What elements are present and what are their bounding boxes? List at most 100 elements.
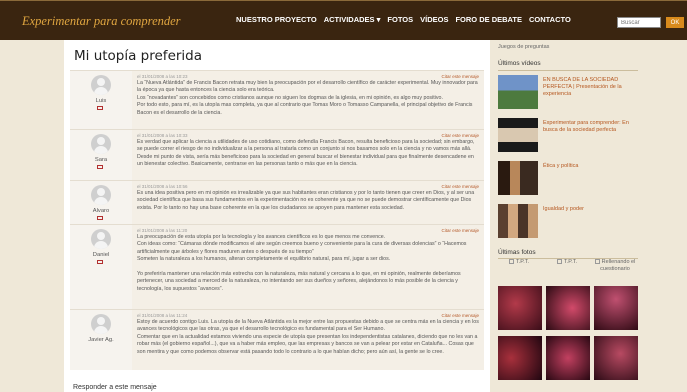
comment-paragraph: La preocupación de esta utopía por la te… (137, 234, 386, 240)
comment-body: el 31/01/2008 a las 10:56 Citar este men… (132, 181, 484, 224)
photo-placeholder[interactable]: T.P.T. (498, 259, 540, 266)
video-title[interactable]: EN BUSCA DE LA SOCIEDAD PERFECTA | Prese… (543, 77, 636, 98)
comment-body: el 31/01/2008 a las 10:33 Citar este men… (132, 130, 484, 180)
photo-thumbnail[interactable] (498, 286, 542, 330)
top-navigation-bar: Experimentar para comprender NUESTRO PRO… (0, 0, 687, 40)
reply-heading: Responder a este mensaje (73, 384, 157, 391)
comment-author: Luis (95, 98, 107, 104)
photo-thumbnail[interactable] (546, 286, 590, 330)
avatar (91, 134, 111, 154)
quote-link[interactable]: Citar este mensaje (441, 228, 479, 233)
comment-paragraph: Con ideas como: “Cámaras dónde modificam… (137, 241, 467, 255)
comment-paragraph: Los “novadantes” son concebidos como cri… (137, 94, 443, 101)
comment-author-panel: Sara (70, 130, 132, 180)
video-item[interactable]: Experimentar para comprender: En busca d… (498, 118, 638, 154)
comment: Alvaro el 31/01/2008 a las 10:56 Citar e… (70, 180, 484, 224)
nav-item-videos[interactable]: VÍDEOS (420, 15, 448, 24)
nav-item-fotos[interactable]: FOTOS (387, 15, 413, 24)
comment-date: el 31/01/2008 a las 10:33 (137, 133, 188, 138)
comment-paragraph: Someten la naturaleza a los humanos, alt… (137, 256, 391, 263)
video-title[interactable]: Experimentar para comprender: En busca d… (543, 120, 636, 134)
photo-thumbnail[interactable] (498, 336, 542, 380)
main-menu: NUESTRO PROYECTO ACTIVIDADES ▾ FOTOS VÍD… (236, 15, 571, 24)
nav-item-contacto[interactable]: CONTACTO (529, 15, 571, 24)
comment: Luis el 31/01/2008 a las 10:23 Citar est… (70, 70, 484, 129)
broken-image-icon (556, 259, 562, 265)
email-icon[interactable] (97, 216, 103, 220)
comment-author: Daniel (92, 252, 110, 258)
divider (498, 70, 638, 71)
comment-date: el 31/01/2008 a las 11:20 (137, 228, 188, 233)
avatar (91, 229, 111, 249)
photo-alt-text: Rellenando el cuestionario (600, 259, 636, 272)
videos-heading: Últimos vídeos (498, 60, 541, 67)
comment-text: Es una idea positiva pero en mi opinión … (137, 190, 479, 212)
search-input[interactable] (617, 17, 661, 28)
comment-author: Javier Ag. (88, 337, 114, 343)
quiz-link[interactable]: Juegos de preguntas (498, 44, 549, 50)
nav-item-foro-de-debate[interactable]: FORO DE DEBATE (455, 15, 522, 24)
avatar (91, 75, 111, 95)
email-icon[interactable] (97, 106, 103, 110)
comment-author: Sara (94, 157, 108, 163)
quote-link[interactable]: Citar este mensaje (441, 313, 479, 318)
comment-paragraph: Yo preferiría mantener una relación más … (137, 271, 461, 292)
comment: Daniel el 31/01/2008 a las 11:20 Citar e… (70, 224, 484, 309)
video-thumbnail[interactable] (498, 118, 538, 152)
comment-body: el 31/01/2008 a las 11:20 Citar este men… (132, 225, 484, 309)
comment-author-panel: Daniel (70, 225, 132, 309)
comment-text: Es verdad que aplicar la ciencia a utili… (137, 139, 479, 169)
comment-author-panel: Luis (70, 71, 132, 129)
photo-alt-text: T.P.T. (563, 259, 578, 265)
comment-paragraph: Por todo esto, para mí, es la utopía mas… (137, 102, 473, 116)
video-thumbnail[interactable] (498, 161, 538, 195)
sidebar: Juegos de preguntas Últimos vídeos EN BU… (494, 40, 641, 392)
comment: Sara el 31/01/2008 a las 10:33 Citar est… (70, 129, 484, 180)
comment-paragraph: Comentar que en la actualidad estamos vi… (137, 333, 478, 355)
comment-author-panel: Alvaro (70, 181, 132, 224)
video-thumbnail[interactable] (498, 204, 538, 238)
video-item[interactable]: EN BUSCA DE LA SOCIEDAD PERFECTA | Prese… (498, 75, 638, 111)
photo-placeholder[interactable]: Rellenando el cuestionario (594, 259, 636, 272)
comment-body: el 31/01/2008 a las 11:24 Citar este men… (132, 310, 484, 370)
photo-thumbnail[interactable] (546, 336, 590, 380)
comment-paragraph: Es una idea positiva pero en mi opinión … (137, 190, 475, 211)
comment-author-panel: Javier Ag. (70, 310, 132, 370)
photo-thumbnail[interactable] (594, 336, 638, 380)
comment-date: el 31/01/2008 a las 10:56 (137, 184, 188, 189)
avatar (91, 185, 111, 205)
broken-image-icon (508, 259, 514, 265)
comment-paragraph (137, 264, 479, 271)
comment-author: Alvaro (92, 208, 110, 214)
comment-body: el 31/01/2008 a las 10:23 Citar este men… (132, 71, 484, 129)
quote-link[interactable]: Citar este mensaje (441, 74, 479, 79)
comment-date: el 31/01/2008 a las 11:24 (137, 313, 188, 318)
comment-paragraph: Es verdad que aplicar la ciencia a utili… (137, 139, 475, 168)
video-thumbnail[interactable] (498, 75, 538, 109)
search-button[interactable]: OK (666, 17, 684, 28)
comment-paragraph: Estoy de acuerdo contigo Luis. La utopía… (137, 319, 479, 333)
video-title[interactable]: Ética y política (543, 163, 636, 170)
video-item[interactable]: Ética y política (498, 161, 638, 197)
quote-link[interactable]: Citar este mensaje (441, 133, 479, 138)
forum-thread: Mi utopía preferida Luis el 31/01/2008 a… (64, 40, 490, 392)
video-title[interactable]: Igualdad y poder (543, 206, 636, 213)
nav-item-nuestro-proyecto[interactable]: NUESTRO PROYECTO (236, 15, 317, 24)
nav-item-actividades[interactable]: ACTIVIDADES ▾ (324, 15, 381, 24)
comment-text: La preocupación de esta utopía por la te… (137, 234, 479, 293)
photo-placeholder-row: T.P.T. T.P.T. Rellenando el cuestionario (498, 259, 638, 283)
photo-alt-text: T.P.T. (515, 259, 530, 265)
comment-text: Estoy de acuerdo contigo Luis. La utopía… (137, 319, 479, 356)
comment-date: el 31/01/2008 a las 10:23 (137, 74, 188, 79)
photo-thumbnail[interactable] (594, 286, 638, 330)
comment-paragraph: La “Nueva Atlántida” de Francis Bacon re… (137, 80, 478, 94)
quote-link[interactable]: Citar este mensaje (441, 184, 479, 189)
email-icon[interactable] (97, 165, 103, 169)
comment-text: La “Nueva Atlántida” de Francis Bacon re… (137, 80, 479, 117)
page-title: Mi utopía preferida (74, 48, 203, 64)
email-icon[interactable] (97, 260, 103, 264)
site-title[interactable]: Experimentar para comprender (22, 14, 181, 29)
avatar (91, 314, 111, 334)
video-item[interactable]: Igualdad y poder (498, 204, 638, 240)
photo-placeholder[interactable]: T.P.T. (546, 259, 588, 266)
